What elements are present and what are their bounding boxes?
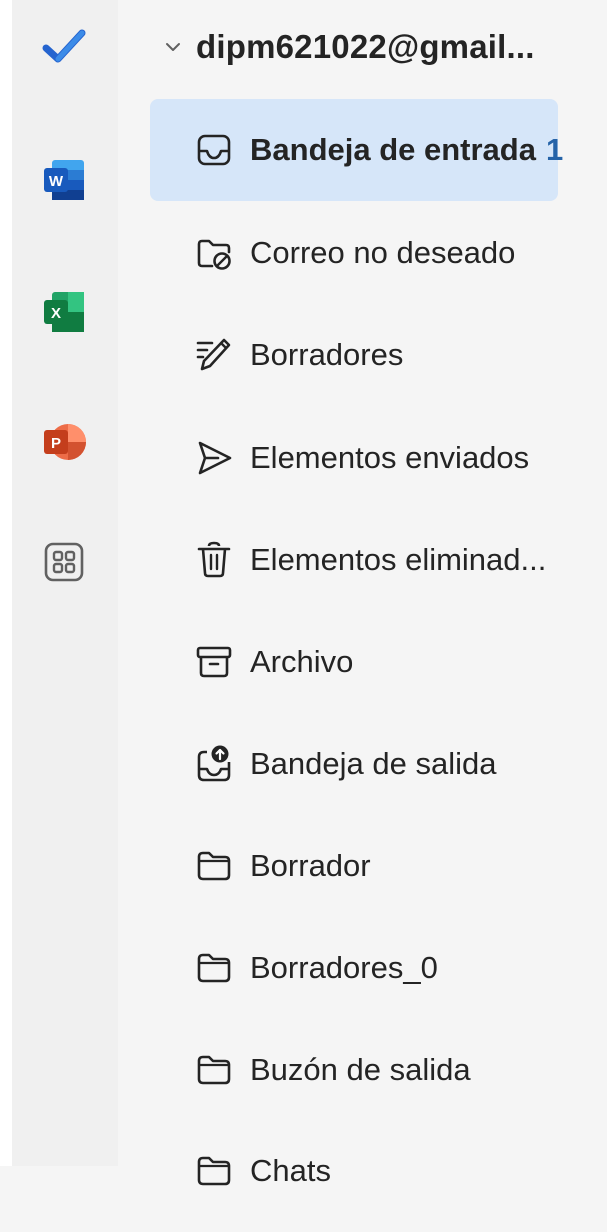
word-icon: W — [44, 160, 84, 200]
folder-icon — [197, 851, 231, 881]
excel-app-button[interactable]: X — [36, 284, 92, 340]
folder-label: Borrador — [250, 848, 371, 883]
folder-item-borradores-0[interactable]: Borradores_0 — [150, 917, 558, 1019]
folder-item-junk[interactable]: Correo no deseado — [150, 202, 558, 304]
account-header[interactable]: dipm621022@gmail... — [162, 20, 535, 74]
powerpoint-icon: P — [44, 424, 86, 460]
folder-icon — [197, 953, 231, 983]
svg-text:X: X — [51, 305, 61, 322]
trash-icon — [197, 541, 231, 578]
folder-item-chats[interactable]: Chats — [150, 1120, 558, 1222]
folder-label: Elementos eliminad... — [250, 542, 547, 577]
folder-item-drafts[interactable]: Borradores — [150, 304, 558, 406]
folder-item-borrador[interactable]: Borrador — [150, 815, 558, 917]
apps-grid-icon — [44, 542, 84, 582]
archive-icon — [196, 646, 232, 678]
excel-icon: X — [44, 292, 84, 332]
junk-folder-icon — [197, 239, 231, 270]
more-apps-button[interactable] — [36, 534, 92, 590]
app-rail: W X P — [12, 0, 118, 1166]
folder-label: Bandeja de entrada — [250, 132, 536, 167]
word-app-button[interactable]: W — [36, 152, 92, 208]
svg-text:W: W — [49, 173, 64, 190]
inbox-icon — [197, 134, 231, 166]
window-left-edge — [0, 0, 12, 1166]
folder-label: Bandeja de salida — [250, 746, 497, 781]
outbox-icon — [197, 745, 231, 782]
folder-label: Correo no deseado — [250, 235, 516, 270]
window-bottom-left — [0, 1166, 118, 1232]
todo-app-button[interactable] — [36, 18, 92, 74]
folder-item-sent[interactable]: Elementos enviados — [150, 407, 558, 509]
folder-label: Buzón de salida — [250, 1052, 471, 1087]
svg-text:P: P — [51, 435, 61, 452]
todo-check-icon — [42, 29, 86, 63]
unread-count-badge: 1 — [545, 132, 564, 167]
folder-pane: dipm621022@gmail... Bandeja de entrada 1… — [118, 0, 607, 1232]
folder-item-inbox[interactable]: Bandeja de entrada 1 — [150, 99, 563, 201]
folder-item-outbox[interactable]: Bandeja de salida — [150, 713, 558, 815]
folder-label: Borradores_0 — [250, 950, 438, 985]
folder-item-deleted[interactable]: Elementos eliminad... — [150, 509, 558, 611]
folder-icon — [197, 1156, 231, 1186]
folder-label: Borradores — [250, 337, 404, 372]
drafts-pencil-icon — [196, 338, 231, 371]
powerpoint-app-button[interactable]: P — [36, 414, 92, 470]
folder-label: Archivo — [250, 644, 354, 679]
folder-item-buzon-de-salida[interactable]: Buzón de salida — [150, 1019, 558, 1121]
folder-item-archive[interactable]: Archivo — [150, 611, 558, 713]
account-email: dipm621022@gmail... — [196, 28, 535, 65]
folder-icon — [197, 1055, 231, 1085]
folder-label: Chats — [250, 1153, 331, 1188]
send-icon — [198, 441, 232, 475]
chevron-down-icon[interactable] — [162, 36, 184, 58]
folder-label: Elementos enviados — [250, 440, 530, 475]
